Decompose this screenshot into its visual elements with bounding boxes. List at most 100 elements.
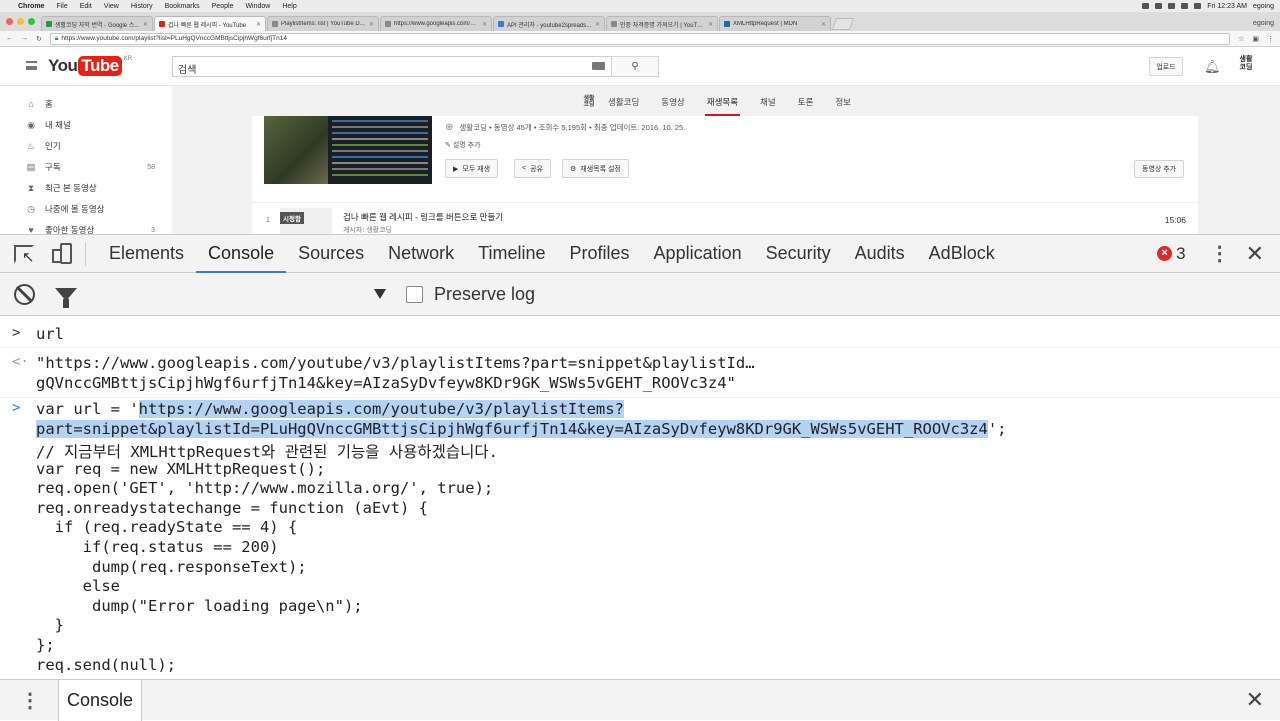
devtools-tab-timeline[interactable]: Timeline [466,234,557,273]
video-thumbnail[interactable]: 시청함 [280,208,332,234]
device-mode-icon[interactable] [52,242,74,265]
battery-icon[interactable] [1194,3,1202,9]
close-tab-icon[interactable]: ✕ [821,21,826,28]
menu-edit[interactable]: Edit [80,3,92,10]
sidebar-item[interactable]: ⧗ 최근 본 동영상 [25,178,155,198]
volume-icon[interactable] [1181,3,1189,9]
channel-tab[interactable]: 동영상 [661,88,684,116]
sidebar-item[interactable]: ▤ 구독 58 [25,157,155,177]
code-line[interactable]: part=snippet&playlistId=PLuHgQVnccGMBttj… [36,420,1007,438]
new-tab-button[interactable] [831,18,855,30]
playlist-thumbnail[interactable] [264,116,432,184]
devtools-tab-audits[interactable]: Audits [843,234,917,273]
sidebar-item[interactable]: ◉ 내 채널 [25,115,155,135]
channel-tab[interactable]: 생활코딩 [608,88,639,116]
sidebar-item[interactable]: ♥ 좋아한 동영상 3 [25,220,155,234]
profile-name[interactable]: egoing [1253,20,1274,27]
channel-tab[interactable]: 채널 [760,88,776,116]
browser-tab[interactable]: 인증 자격증명 가져오기 | YouTub... ✕ [606,16,718,31]
devtools-tab-elements[interactable]: Elements [97,234,196,273]
drawer-tab-console[interactable]: Console [58,679,143,721]
code-line[interactable]: req.send(null); [36,656,176,674]
menu-history[interactable]: History [131,3,153,10]
filter-icon[interactable] [55,287,77,308]
url-input[interactable]: 🔒︎ https://www.youtube.com/playlist?list… [49,32,1231,45]
devtools-tab-application[interactable]: Application [642,234,754,273]
inspect-element-icon[interactable] [14,244,35,266]
code-line[interactable]: } [36,616,64,634]
video-author[interactable]: 게시자: 생활코딩 [343,225,392,234]
devtools-tab-sources[interactable]: Sources [286,234,376,273]
menu-bookmarks[interactable]: Bookmarks [165,3,200,10]
console-output[interactable]: > url <· "https://www.googleapis.com/you… [0,317,1280,678]
code-line[interactable]: var url = 'https://www.googleapis.com/yo… [36,400,624,418]
close-tab-icon[interactable]: ✕ [708,21,713,28]
close-tab-icon[interactable]: ✕ [143,21,148,28]
context-dropdown-icon[interactable] [374,289,386,299]
devtools-tab-profiles[interactable]: Profiles [558,234,642,273]
wifi-icon[interactable] [1168,3,1176,9]
add-description[interactable]: ✎ 설명 추가 [445,140,481,150]
browser-tab[interactable]: PlaylistItems: list | YouTube D... ✕ [267,16,379,31]
code-line[interactable]: if(req.status == 200) [36,538,279,556]
os-user[interactable]: egoing [1253,3,1274,10]
close-drawer-icon[interactable]: ✕ [1246,687,1264,713]
browser-tab[interactable]: 생활코딩 자막 번역 - Google 스... ✕ [41,16,153,31]
code-line[interactable]: dump("Error loading page\n"); [36,597,363,615]
close-tab-icon[interactable]: ✕ [256,21,261,28]
minimize-window-button[interactable] [17,18,24,25]
clear-console-icon[interactable] [14,283,35,305]
code-line[interactable]: else [36,577,120,595]
add-video-button[interactable]: 동영상 추가 [1134,160,1185,178]
console-result-text[interactable]: gQVnccGMBttjsCipjhWgf6urfjTn14&key=AIzaS… [36,374,736,392]
console-result-text[interactable]: "https://www.googleapis.com/youtube/v3/p… [36,354,755,372]
menu-people[interactable]: People [212,3,234,10]
devtools-menu-icon[interactable]: ⋮ [1210,244,1230,264]
code-line[interactable]: req.onreadystatechange = function (aEvt)… [36,499,428,517]
error-counter[interactable]: × 3 [1157,244,1186,264]
drawer-menu-icon[interactable]: ⋮ [20,688,40,713]
menu-view[interactable]: View [104,3,119,10]
sidebar-item[interactable]: ♨ 인기 [25,136,155,156]
channel-tab[interactable]: 정보 [835,88,851,116]
bookmark-star-icon[interactable]: ☆ [1238,35,1244,43]
status-icon[interactable] [1142,3,1150,9]
status-icon[interactable] [1155,3,1163,9]
sidebar-item[interactable]: ◷ 나중에 볼 동영상 [25,199,155,219]
search-button[interactable]: ⚲ [611,56,659,77]
devtools-tab-security[interactable]: Security [754,234,843,273]
checkbox-box[interactable] [406,286,423,303]
channel-tab[interactable]: 토론 [798,88,814,116]
notifications-bell-icon[interactable]: 🔔︎ [1204,59,1221,75]
keyboard-icon[interactable] [592,62,605,70]
browser-tab[interactable]: API 관리자 - youtube2spreads... ✕ [493,16,605,31]
sidebar-item[interactable]: ⌂ 홈 [25,94,155,114]
devtools-tab-console[interactable]: Console [196,234,287,274]
browser-tab[interactable]: https://www.googleapis.com/yo... ✕ [380,16,492,31]
preserve-log-checkbox[interactable]: Preserve log [406,284,535,305]
extension-icon[interactable]: ▣ [1252,35,1259,43]
menu-app[interactable]: Chrome [18,3,44,10]
menu-file[interactable]: File [56,3,67,10]
close-tab-icon[interactable]: ✕ [595,21,600,28]
close-tab-icon[interactable]: ✕ [482,21,487,28]
menu-help[interactable]: Help [282,3,296,10]
devtools-tab-adblock[interactable]: AdBlock [917,234,1007,273]
devtools-tab-network[interactable]: Network [376,234,466,273]
code-line[interactable]: if (req.readyState == 4) { [36,518,298,536]
forward-icon[interactable]: → [21,35,28,42]
back-icon[interactable]: ← [6,35,13,42]
chrome-menu-icon[interactable]: ⋮ [1267,35,1274,43]
guide-menu-icon[interactable] [26,61,37,70]
reload-icon[interactable]: ↻ [36,35,42,43]
menu-window[interactable]: Window [245,3,270,10]
code-line[interactable]: dump(req.responseText); [36,558,307,576]
browser-tab[interactable]: 겁나 빠른 웹 레시피 - YouTube ✕ [154,16,266,31]
upload-button[interactable]: 업로드 [1149,57,1183,76]
code-line[interactable]: req.open('GET', 'http://www.mozilla.org/… [36,479,493,497]
code-line[interactable]: }; [36,636,55,654]
browser-tab[interactable]: XMLHttpRequest | MDN ✕ [719,16,831,31]
search-input[interactable]: 검색 [172,56,612,77]
share-button[interactable]: < 공유 [514,159,551,178]
close-devtools-icon[interactable]: ✕ [1246,241,1264,267]
